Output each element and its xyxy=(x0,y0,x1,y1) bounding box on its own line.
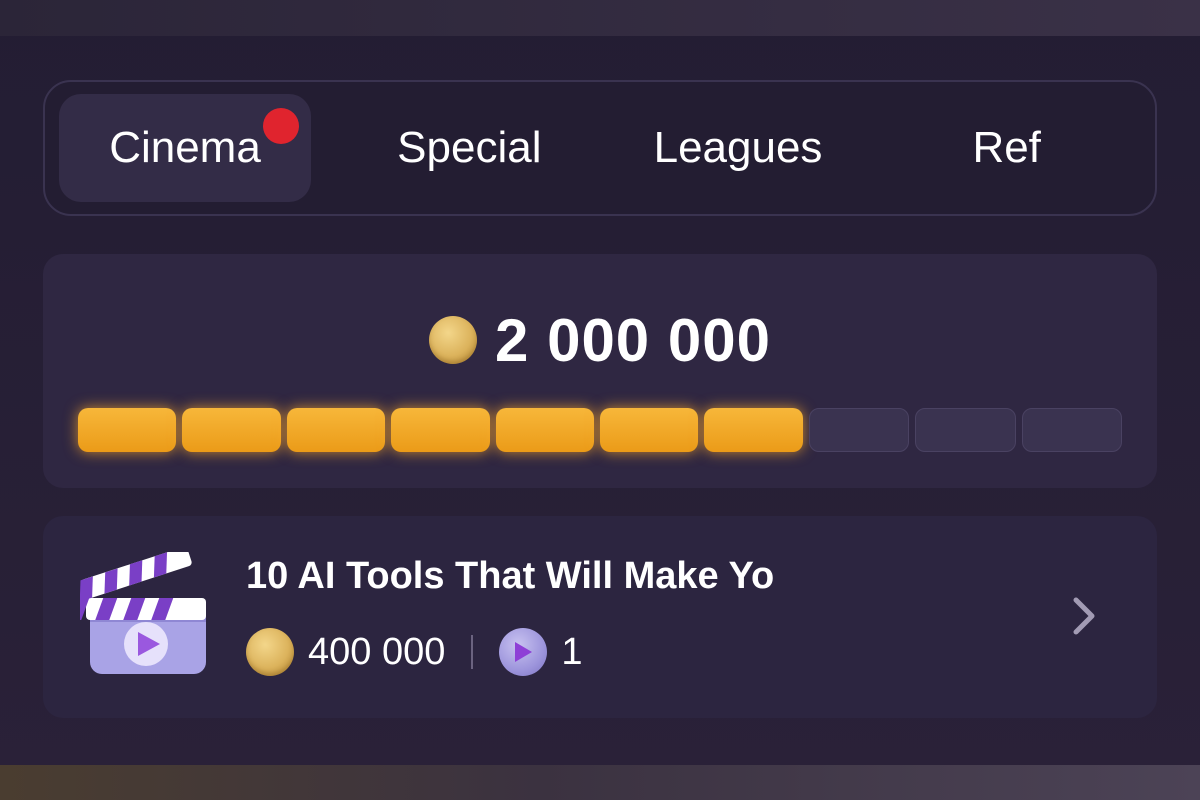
bottom-bar xyxy=(0,765,1200,800)
tab-bar: Cinema Special Leagues Ref xyxy=(43,80,1157,216)
progress-bar xyxy=(78,408,1123,452)
coin-icon xyxy=(429,316,478,364)
progress-segment-filled xyxy=(78,408,177,452)
tab-special-label: Special xyxy=(397,123,542,172)
screen: Cinema Special Leagues Ref 2 000 000 10 … xyxy=(0,0,1200,800)
clapperboard-icon xyxy=(80,552,206,674)
progress-segment-filled xyxy=(286,408,386,452)
coin-icon xyxy=(246,628,294,676)
balance: 2 000 000 xyxy=(0,305,1200,375)
notification-dot xyxy=(263,108,299,144)
tab-leagues-label: Leagues xyxy=(653,123,823,172)
progress-segment-filled xyxy=(495,408,595,452)
top-bar xyxy=(0,0,1200,36)
tab-special[interactable]: Special xyxy=(335,94,604,202)
tab-cinema[interactable]: Cinema xyxy=(59,94,311,202)
progress-segment-filled xyxy=(600,408,699,452)
tab-leagues[interactable]: Leagues xyxy=(604,94,873,202)
tab-ref[interactable]: Ref xyxy=(872,94,1141,202)
progress-segment-filled xyxy=(704,408,803,452)
reward-coins: 400 000 xyxy=(308,630,446,673)
progress-segment-empty xyxy=(1021,408,1123,452)
tab-ref-label: Ref xyxy=(972,123,1041,172)
progress-segment-empty xyxy=(915,408,1016,452)
progress-segment-empty xyxy=(808,408,910,452)
tab-cinema-label: Cinema xyxy=(109,123,261,172)
progress-segment-filled xyxy=(391,408,490,452)
play-icon xyxy=(499,628,548,676)
reward-views: 1 xyxy=(561,630,583,673)
chevron-right-icon[interactable] xyxy=(1064,590,1104,642)
progress-segment-filled xyxy=(182,408,281,452)
task-rewards: 400 000 1 xyxy=(246,624,583,680)
balance-value: 2 000 000 xyxy=(495,306,771,374)
divider xyxy=(471,635,474,669)
task-title: 10 AI Tools That Will Make You xyxy=(246,555,776,597)
